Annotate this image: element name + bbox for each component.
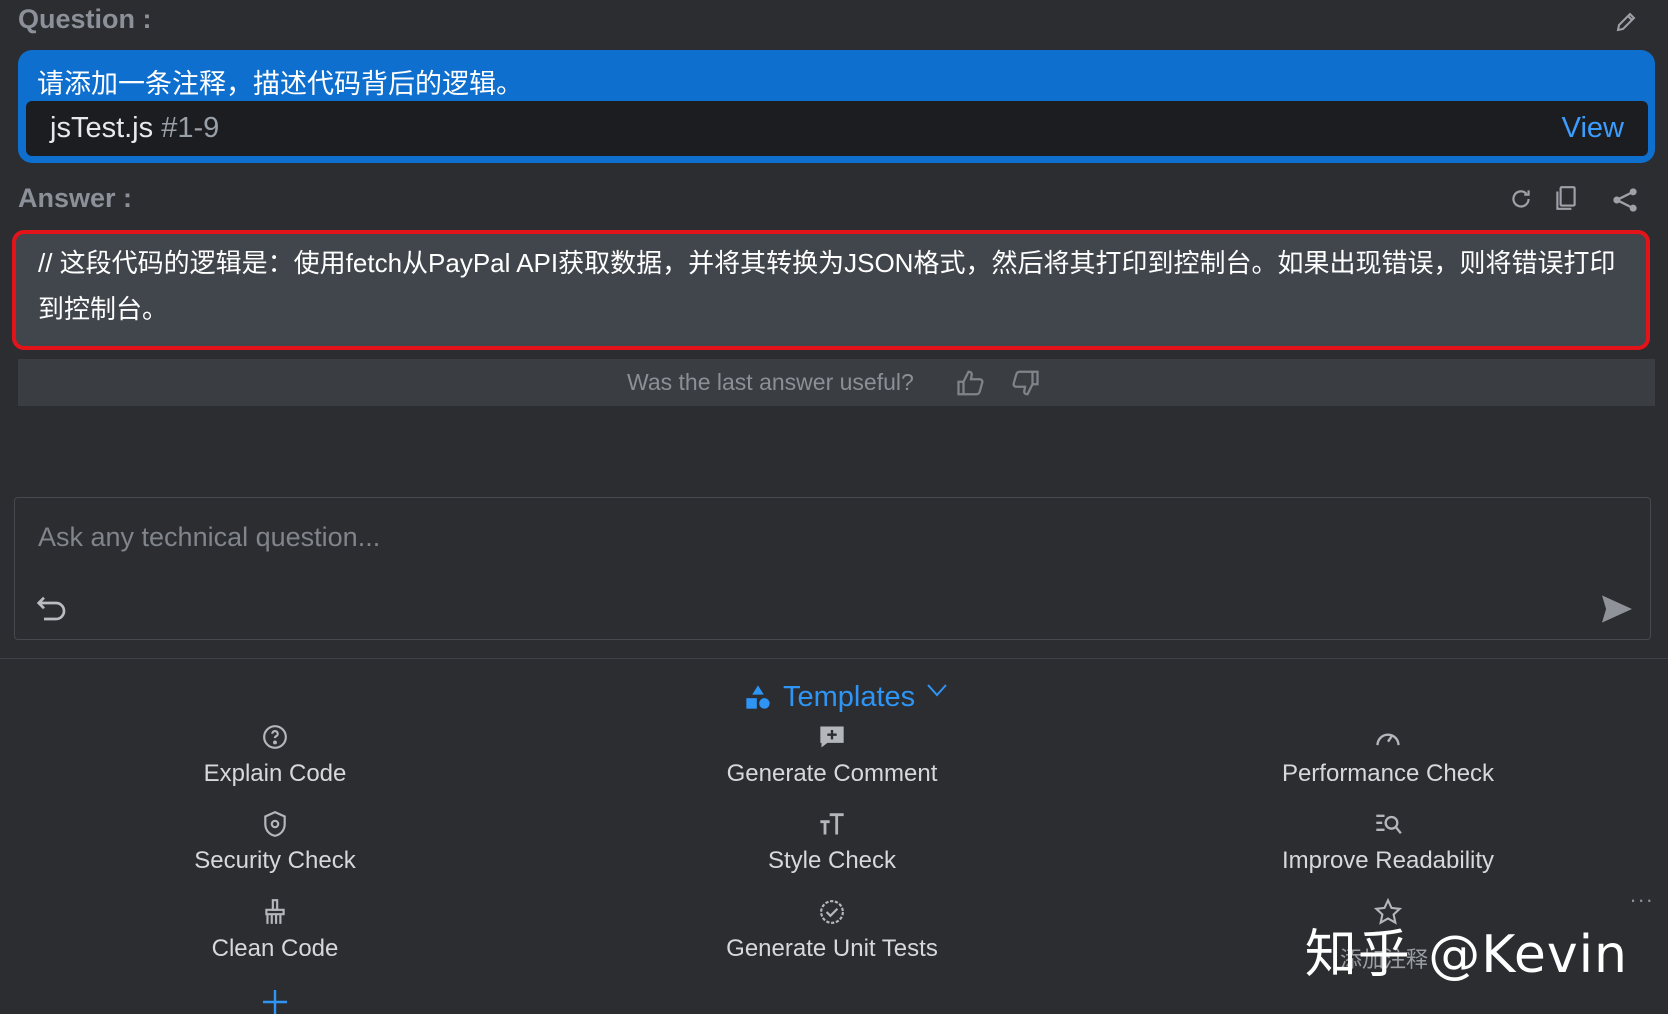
gauge-icon <box>1148 720 1628 754</box>
templates-shapes-icon <box>744 683 772 711</box>
undo-icon[interactable] <box>36 592 68 622</box>
template-explain-code[interactable]: Explain Code <box>35 720 515 788</box>
view-link[interactable]: View <box>1562 112 1624 145</box>
comment-plus-icon <box>592 720 1072 754</box>
file-line-range: #1-9 <box>161 112 220 144</box>
template-improve-readability[interactable]: Improve Readability <box>1148 807 1628 875</box>
question-label: Question : <box>18 4 152 34</box>
watermark: 知乎 @Kevin <box>1304 925 1628 985</box>
template-generate-unit-tests[interactable]: Generate Unit Tests <box>592 895 1072 963</box>
template-label: Style Check <box>767 847 897 874</box>
template-label: Security Check <box>194 847 356 874</box>
template-style-check[interactable]: Style Check <box>592 807 1072 875</box>
add-template-plus-icon[interactable] <box>262 990 288 1014</box>
send-icon[interactable] <box>1600 594 1634 624</box>
question-circle-icon <box>35 720 515 754</box>
template-label: Generate Comment <box>726 760 938 787</box>
template-label: Explain Code <box>203 760 347 787</box>
copy-icon[interactable] <box>1553 184 1579 212</box>
templates-title[interactable]: Templates <box>783 681 915 714</box>
template-performance-check[interactable]: Performance Check <box>1148 720 1628 788</box>
template-label: Performance Check <box>1281 760 1495 787</box>
answer-text: // 这段代码的逻辑是：使用fetch从PayPal API获取数据，并将其转换… <box>38 248 1616 324</box>
template-clean-code[interactable]: Clean Code <box>35 895 515 963</box>
template-label: Improve Readability <box>1281 847 1495 874</box>
file-reference: jsTest.js #1-9 <box>50 112 219 145</box>
template-security-check[interactable]: Security Check <box>35 807 515 875</box>
thumbs-down-icon[interactable] <box>1010 369 1040 397</box>
text-size-icon <box>592 807 1072 841</box>
template-label: Generate Unit Tests <box>726 935 938 962</box>
file-name: jsTest.js <box>50 112 154 144</box>
refresh-icon[interactable] <box>1508 186 1534 212</box>
check-circle-icon <box>592 895 1072 929</box>
more-options[interactable]: ... <box>1630 882 1654 908</box>
shield-icon <box>35 807 515 841</box>
broom-icon <box>35 895 515 929</box>
template-generate-comment[interactable]: Generate Comment <box>592 720 1072 788</box>
chevron-down-icon[interactable] <box>926 682 948 698</box>
section-divider <box>0 658 1668 659</box>
question-text: 请添加一条注释，描述代码背后的逻辑。 <box>37 69 523 99</box>
file-reference-bar <box>26 101 1648 156</box>
edit-pencil-icon[interactable] <box>1614 10 1638 34</box>
template-label: Clean Code <box>211 935 339 962</box>
search-list-icon <box>1148 807 1628 841</box>
thumbs-up-icon[interactable] <box>956 369 986 397</box>
answer-label: Answer : <box>18 183 133 213</box>
share-icon[interactable] <box>1611 186 1639 214</box>
question-input[interactable] <box>36 516 1490 558</box>
feedback-question: Was the last answer useful? <box>627 369 914 395</box>
